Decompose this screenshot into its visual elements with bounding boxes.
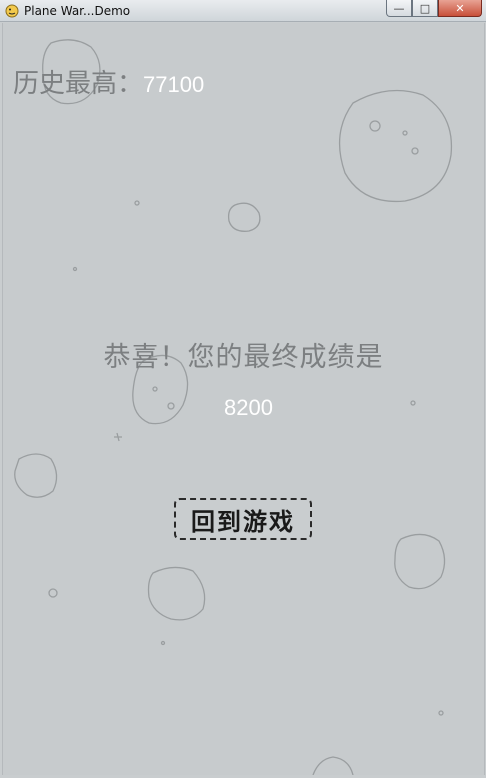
asteroid-7 [147,566,206,621]
window-titlebar[interactable]: Plane War...Demo — □ ✕ [0,0,486,22]
close-button[interactable]: ✕ [438,0,482,17]
final-score-value: 8200 [224,395,273,420]
high-score-display: 历史最高： 77100 [13,63,205,99]
asteroid-6 [394,533,446,590]
window-controls: — □ ✕ [386,0,482,18]
asteroid-5 [14,453,58,498]
game-canvas[interactable]: 历史最高： 77100 恭喜！您的最终成绩是 8200 回到游戏 [2,23,485,775]
window-title: Plane War...Demo [24,3,131,18]
asteroid-8 [312,756,354,775]
high-score-label: 历史最高： [13,69,144,99]
congrats-message: 恭喜！您的最终成绩是 [103,342,384,373]
asteroid-3 [227,202,261,232]
minimize-button[interactable]: — [386,0,412,17]
return-to-game-button[interactable]: 回到游戏 [174,498,312,540]
asteroid-2 [339,89,453,203]
pygame-snake-icon [4,3,20,19]
maximize-button[interactable]: □ [412,0,438,17]
high-score-value: 77100 [143,72,205,97]
